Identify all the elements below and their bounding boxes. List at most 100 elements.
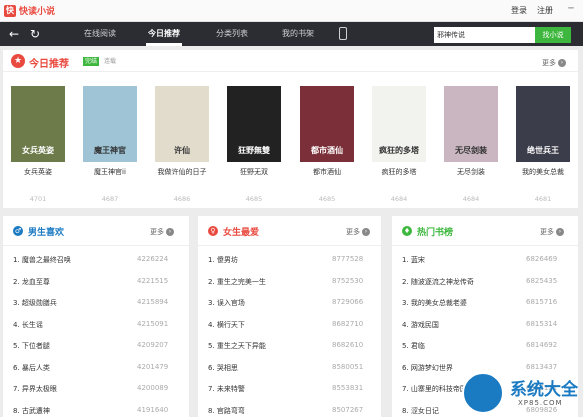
- book-read-count: 4684: [390, 195, 408, 203]
- list-item-count: 4215091: [137, 319, 169, 328]
- filter-serial[interactable]: 连载: [104, 57, 116, 66]
- list-item-title[interactable]: 7. 异界太极眼: [13, 384, 57, 394]
- list-more-link[interactable]: 更多 ›: [150, 227, 174, 237]
- book-title[interactable]: 无尽剑装: [436, 167, 506, 177]
- more-label: 更多: [540, 228, 554, 236]
- list-item-title[interactable]: 6. 哭相思: [208, 363, 238, 373]
- list-item-title[interactable]: 6. 网游梦幻世界: [402, 363, 453, 373]
- book-title[interactable]: 女兵英姿: [3, 167, 73, 177]
- book-card[interactable]: 女兵英姿 女兵英姿: [3, 86, 73, 177]
- list-item-title[interactable]: 6. 暴后人类: [13, 363, 50, 373]
- book-title[interactable]: 我的美女总裁: [508, 167, 578, 177]
- list-item-title[interactable]: 5. 君临: [402, 341, 425, 351]
- book-read-count: 4684: [462, 195, 480, 203]
- list-item-count: 4209207: [137, 341, 169, 349]
- list-item-count: 8682610: [332, 341, 364, 349]
- book-read-count: 4685: [318, 195, 336, 203]
- list-item-title[interactable]: 8. 古武遭神: [13, 406, 50, 416]
- list-item-count: 8580051: [332, 362, 364, 371]
- list-item-title[interactable]: 5. 下位者腿: [13, 341, 50, 351]
- minimize-button[interactable]: ─: [565, 3, 577, 15]
- list-item-count: 4191640: [137, 405, 169, 414]
- list-item-title[interactable]: 8. 官路弯弯: [208, 406, 245, 416]
- book-card[interactable]: 许仙 我做许仙的日子: [147, 86, 217, 177]
- book-cover[interactable]: 许仙: [155, 86, 209, 162]
- refresh-icon[interactable]: ↻: [30, 26, 40, 42]
- back-arrow-icon[interactable]: ←: [9, 26, 19, 42]
- list-item-title[interactable]: 5. 重生之天下异能: [208, 341, 266, 351]
- register-link[interactable]: 注册: [537, 5, 553, 16]
- list-more-link[interactable]: 更多 ›: [540, 227, 564, 237]
- cover-title: 绝世兵王: [527, 146, 559, 155]
- list-title: 热门书榜: [417, 228, 454, 238]
- cover-title: 疯狂的多塔: [379, 146, 419, 155]
- list-item-title[interactable]: 4. 游戏民国: [402, 320, 439, 330]
- search-button[interactable]: 找小说: [535, 27, 571, 43]
- list-item-title[interactable]: 1. 蓝宋: [402, 255, 425, 265]
- tab-category-list[interactable]: 分类列表: [216, 28, 248, 39]
- mobile-phone-icon[interactable]: [339, 27, 347, 40]
- filter-completed[interactable]: 完结: [83, 57, 100, 66]
- watermark-logo-icon: [462, 372, 504, 414]
- list-item-title[interactable]: 2. 龙血至尊: [13, 277, 50, 287]
- list-item-title[interactable]: 2. 随波逐流之神龙传奇: [402, 277, 474, 287]
- book-title[interactable]: 都市酒仙: [292, 167, 362, 177]
- tab-today-recommend[interactable]: 今日推荐: [148, 28, 180, 39]
- search-input[interactable]: [434, 27, 535, 43]
- list-item-count: 8682710: [332, 319, 364, 328]
- book-cover[interactable]: 无尽剑装: [444, 86, 498, 162]
- list-item-title[interactable]: 4. 长生谣: [13, 320, 43, 330]
- chevron-right-icon: ›: [362, 228, 370, 236]
- cover-title: 许仙: [174, 146, 190, 155]
- cover-title: 无尽剑装: [455, 146, 487, 155]
- list-item-title[interactable]: 3. 误入官场: [208, 298, 245, 308]
- book-cover[interactable]: 疯狂的多塔: [372, 86, 426, 162]
- list-item-count: 8553831: [332, 384, 364, 392]
- book-card[interactable]: 疯狂的多塔 疯狂的多塔: [364, 86, 434, 177]
- book-cover[interactable]: 魔王神官: [83, 86, 137, 162]
- book-title[interactable]: 狂野无双: [219, 167, 289, 177]
- list-item-count: 8507267: [332, 405, 364, 414]
- book-read-count: 4701: [29, 195, 47, 203]
- list-item-title[interactable]: 7. 未来特警: [208, 384, 245, 394]
- app-title: 快读小说: [19, 7, 56, 17]
- list-panel-male: ♂ 男生喜欢 更多 › 1. 魔兽之最终召唤 4226224 2. 龙血至尊 4221…: [3, 216, 189, 417]
- list-more-link[interactable]: 更多 ›: [346, 227, 370, 237]
- book-card[interactable]: 魔王神官魔王神官ii: [75, 86, 145, 177]
- login-link[interactable]: 登录: [511, 5, 527, 16]
- recommend-panel: ★ 今日推荐 完结 连载 更多 › 女兵英姿 女兵英姿 4701 魔王神官 魔王神官ii…: [3, 50, 578, 208]
- chevron-right-icon: ›: [166, 228, 174, 236]
- book-cover[interactable]: 狂野無雙: [227, 86, 281, 162]
- cover-title: 女兵英姿: [22, 146, 54, 155]
- book-title[interactable]: 我做许仙的日子: [147, 167, 217, 177]
- more-label: 更多: [346, 228, 360, 236]
- list-item-title[interactable]: 4. 横行天下: [208, 320, 245, 330]
- book-cover[interactable]: 绝世兵王: [516, 86, 570, 162]
- book-card[interactable]: 狂野無雙 狂野无双: [219, 86, 289, 177]
- book-card[interactable]: 都市酒仙 都市酒仙: [292, 86, 362, 177]
- book-card[interactable]: 无尽剑装 无尽剑装: [436, 86, 506, 177]
- recommend-title: 今日推荐: [29, 59, 69, 70]
- list-item-title[interactable]: 1. 魔兽之最终召唤: [13, 255, 71, 265]
- list-item-title[interactable]: 3. 我的美女总裁老婆: [402, 298, 467, 308]
- recommend-more-link[interactable]: 更多 ›: [542, 58, 566, 68]
- cover-title: 都市酒仙: [311, 146, 343, 155]
- book-title[interactable]: 疯狂的多塔: [364, 167, 434, 177]
- list-item-count: 4221515: [137, 276, 169, 285]
- list-item-count: 8752530: [332, 276, 364, 285]
- book-title[interactable]: 魔王神官ii: [75, 167, 145, 177]
- book-cover[interactable]: 都市酒仙: [300, 86, 354, 162]
- tab-my-bookshelf[interactable]: 我的书架: [282, 28, 314, 39]
- list-item-count: 6813437: [526, 362, 558, 371]
- list-item-title[interactable]: 7. 山寨里的科技帝国: [402, 384, 467, 394]
- list-item-title[interactable]: 2. 重生之完美一生: [208, 277, 266, 287]
- book-cover[interactable]: 女兵英姿: [11, 86, 65, 162]
- book-card[interactable]: 绝世兵王我的美女总裁: [508, 86, 578, 177]
- list-header: ♂ 男生喜欢 更多 ›: [3, 216, 189, 246]
- male-icon: ♂: [13, 226, 23, 236]
- list-item-title[interactable]: 3. 超级勋膳兵: [13, 298, 57, 308]
- list-item-title[interactable]: 1. 傻男坊: [208, 255, 238, 265]
- list-item-title[interactable]: 8. 涩女日记: [402, 406, 439, 416]
- tab-online-reading[interactable]: 在线阅读: [84, 28, 116, 39]
- list-item-count: 8729066: [332, 298, 364, 306]
